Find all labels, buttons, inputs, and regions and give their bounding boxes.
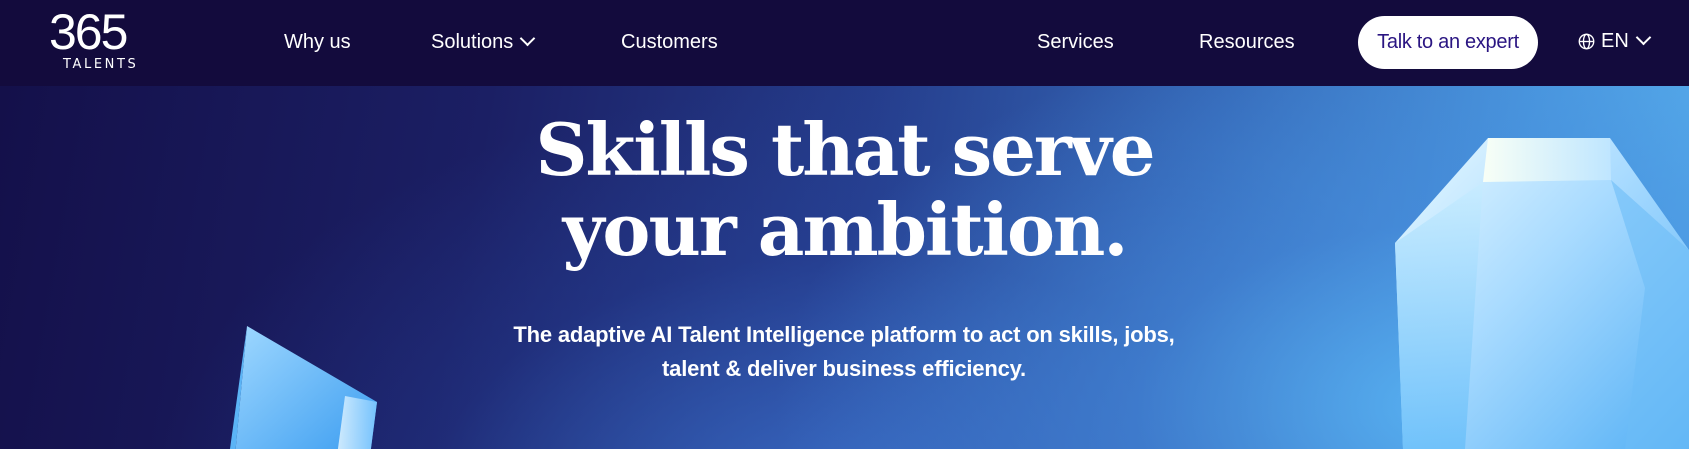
hero-title-line2: your ambition. — [562, 187, 1129, 272]
talk-to-expert-button[interactable]: Talk to an expert — [1358, 16, 1538, 69]
nav-solutions-label: Solutions — [431, 31, 514, 53]
top-navigation: 365 TALENTS Why us Solutions Customers S… — [0, 0, 1689, 86]
nav-solutions[interactable]: Solutions — [431, 30, 536, 54]
chevron-down-icon — [1635, 29, 1652, 46]
hero-subtitle-line1: The adaptive AI Talent Intelligence plat… — [513, 322, 1175, 347]
globe-icon — [1578, 33, 1595, 50]
logo-subtext: TALENTS — [63, 57, 139, 72]
page: 365 TALENTS Why us Solutions Customers S… — [0, 0, 1689, 449]
language-label: EN — [1601, 30, 1629, 52]
hero-title: Skills that serve your ambition. — [0, 110, 1689, 270]
language-selector[interactable]: EN — [1578, 29, 1652, 53]
hero-subtitle-line2: talent & deliver business efficiency. — [662, 356, 1026, 381]
crystal-left-illustration — [229, 326, 377, 449]
chevron-down-icon — [520, 30, 536, 47]
nav-customers[interactable]: Customers — [621, 30, 718, 54]
nav-services[interactable]: Services — [1037, 30, 1114, 54]
hero-section: Skills that serve your ambition. The ada… — [0, 86, 1689, 449]
brand-logo[interactable]: 365 TALENTS — [49, 7, 149, 75]
nav-resources[interactable]: Resources — [1199, 30, 1295, 54]
nav-why-us[interactable]: Why us — [284, 30, 351, 54]
hero-subtitle: The adaptive AI Talent Intelligence plat… — [474, 318, 1214, 386]
logo-number: 365 — [49, 4, 128, 60]
hero-title-line1: Skills that serve — [535, 107, 1155, 192]
